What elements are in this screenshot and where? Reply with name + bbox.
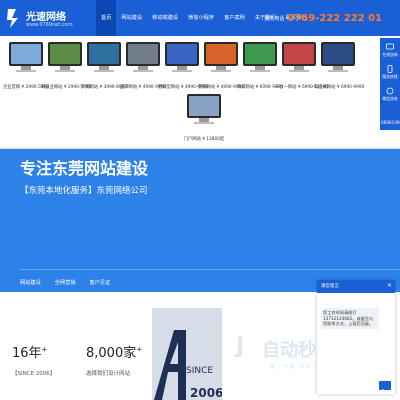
case-screen [321,42,355,66]
send-icon [382,389,388,394]
tab-marketing[interactable]: 全网营销 [55,279,76,286]
nav-home[interactable]: 首页 [96,0,117,36]
watermark-logo: J [236,334,245,359]
divider [20,269,400,270]
chat-message: 您工作时间请拨打 13712124682。或留言与您联系方式，上班后回复。 [321,308,379,329]
since-image: SINCE 2006 [152,308,222,400]
top-header: 光速网络 www.0769net.com 首页 网站建设 移动端建设 微信小程序… [0,0,400,36]
service-phone: 服务电话 0769-222 222 01 [264,10,382,26]
case-screen [126,42,160,66]
stat-clients: 8,000家+ 选择我们设计网站 [86,345,143,377]
right-sidebar: 在线咨询 服务热线 微信咨询 0606149697 [380,38,400,130]
site-logo[interactable]: 光速网络 www.0769net.com [6,4,73,32]
logo-subtitle: www.0769net.com [26,22,73,28]
since-year: 2006 [190,386,222,400]
case-screen [9,42,43,66]
logo-mark-icon [7,9,18,28]
sidebar-phone[interactable]: 0606149697 [381,120,400,125]
case-screen [243,42,277,66]
nav-cases[interactable]: 客户案例 [219,0,250,36]
case-label: 门户网站 ¥ 12800起 [183,137,225,142]
sidebar-hotline[interactable]: 服务热线 [380,62,400,82]
hero-tabs: 网站建设 全网营销 客户见证 [20,279,124,286]
case-item[interactable]: 营销网站 ¥ 4990-9990 [198,42,244,92]
send-button[interactable] [379,381,391,394]
phone-number[interactable]: 0769-222 222 01 [287,13,382,24]
chat-popup: 请您留言 × 您工作时间请拨打 13712124682。或留言与您联系方式，上班… [317,280,395,394]
case-label: 响应式网站 ¥ 6990-9990 [314,85,365,90]
case-screen [87,42,121,66]
chat-title: 请您留言 [321,284,339,289]
stat-clients-caption: 选择我们设计网站 [86,371,131,377]
chat-header: 请您留言 × [317,280,395,293]
case-item[interactable]: 营销型网站 ¥ 4990-9990 [158,42,208,92]
case-item[interactable]: 外贸网站 ¥ 3990-8990 [81,42,127,92]
case-screen [187,94,221,118]
hero-subtitle: 【东莞本地化服务】东莞网络公司 [20,186,148,196]
tab-web-build[interactable]: 网站建设 [20,279,41,286]
chat-icon [386,43,394,50]
phone-label: 服务电话 [264,15,285,22]
case-screen [48,42,82,66]
nav-mini-program[interactable]: 微信小程序 [183,0,219,36]
case-item[interactable]: 响应式网站 ¥ 6990-9990 [314,42,364,92]
case-item[interactable]: 商城网站 ¥ 6990-9990 [237,42,283,92]
since-text: SINCE [186,366,214,376]
hero-title: 专注东莞网站建设 [20,159,149,178]
phone-icon [387,65,393,73]
case-item[interactable]: 三合一网站 ¥ 6990-12990 [275,42,328,92]
wechat-icon [386,87,394,95]
sidebar-wechat[interactable]: 微信咨询 [380,84,400,104]
stat-years: 16年+ 【SINCE 2006】 [12,345,56,377]
sidebar-online-consult[interactable]: 在线咨询 [380,40,400,60]
case-screen [165,42,199,66]
nav-mobile[interactable]: 移动端建设 [147,0,183,36]
case-item[interactable]: 门户网站 ¥ 12800起 [184,94,224,144]
tab-testimonials[interactable]: 客户见证 [90,279,111,286]
nav-web-build[interactable]: 网站建设 [116,0,147,36]
case-screen [204,42,238,66]
case-item[interactable]: 制造业网站 ¥ 2990-5990 [41,42,91,92]
cases-dropdown: 企业官网 ¥ 2990-5990 制造业网站 ¥ 2990-5990 外贸网站 … [0,36,400,149]
stat-clients-value: 8,000家 [86,346,137,361]
case-item[interactable]: 品牌网站 ¥ 4990-9990 [120,42,166,92]
case-item[interactable]: 企业官网 ¥ 2990-5990 [3,42,49,92]
stat-years-caption: 【SINCE 2006】 [12,371,56,377]
close-icon[interactable]: × [387,282,392,289]
stat-years-value: 16年 [12,346,42,361]
logo-title: 光速网络 [26,12,66,23]
hero-banner: 专注东莞网站建设 【东莞本地化服务】东莞网络公司 网站建设 全网营销 客户见证 [0,149,400,292]
case-screen [282,42,316,66]
